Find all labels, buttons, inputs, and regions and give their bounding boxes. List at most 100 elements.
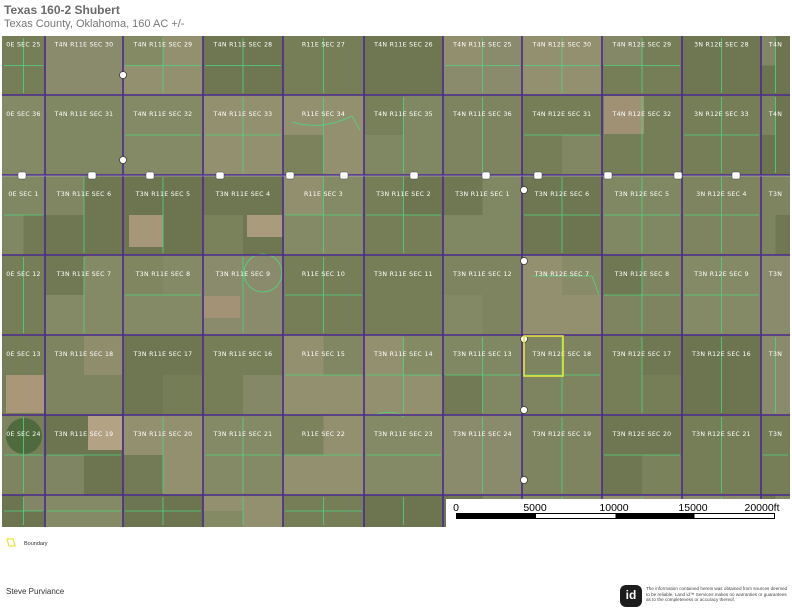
highway-shield-icon bbox=[731, 171, 741, 180]
section-label: T4N bbox=[768, 111, 782, 118]
section-label: 0E SEC 13 bbox=[6, 351, 41, 358]
section-label: T4N R11E SEC 25 bbox=[452, 42, 512, 49]
field-patch bbox=[2, 95, 45, 175]
section-label: T4N R12E SEC 31 bbox=[532, 111, 592, 118]
section-label: T3N R11E SEC 13 bbox=[452, 351, 512, 358]
section-label: R11E SEC 10 bbox=[302, 271, 345, 278]
section-label: T4N R12E SEC 30 bbox=[532, 42, 592, 49]
field-patch bbox=[364, 255, 443, 335]
road-marker-icon bbox=[119, 156, 127, 164]
road-marker-icon bbox=[520, 257, 528, 265]
section-label: T3N R11E SEC 17 bbox=[133, 351, 193, 358]
section-label: T4N R11E SEC 29 bbox=[133, 42, 193, 49]
satellite-map[interactable]: 0E SEC 25 T4N R11E SEC 30 T4N R11E SEC 29 T… bbox=[2, 36, 790, 527]
section-label: T4N R11E SEC 36 bbox=[452, 111, 512, 118]
road-marker-icon bbox=[520, 406, 528, 414]
section-label: T3N R11E SEC 9 bbox=[215, 271, 271, 278]
field-patch bbox=[443, 295, 483, 335]
highway-shield-icon bbox=[215, 171, 225, 180]
highway-shield-icon bbox=[17, 171, 27, 180]
field-patch bbox=[129, 215, 163, 247]
section-label: T3N R11E SEC 12 bbox=[452, 271, 512, 278]
field-patch bbox=[163, 375, 203, 415]
map-subtitle: Texas County, Oklahoma, 160 AC +/- bbox=[4, 18, 185, 30]
section-label: T3N R11E SEC 1 bbox=[454, 191, 510, 198]
scale-tick: 15000 bbox=[678, 502, 708, 514]
field-patch bbox=[443, 375, 483, 415]
section-label: T4N R11E SEC 32 bbox=[133, 111, 193, 118]
highway-shield-icon bbox=[481, 171, 491, 180]
highway-shield-icon bbox=[339, 171, 349, 180]
field-patch bbox=[283, 135, 324, 175]
section-label: R11E SEC 34 bbox=[302, 111, 345, 118]
section-label: T3N bbox=[768, 431, 782, 438]
highway-shield-icon bbox=[533, 171, 543, 180]
scale-tick: 5000 bbox=[523, 502, 547, 514]
section-label: R11E SEC 15 bbox=[302, 351, 345, 358]
field-patch bbox=[642, 455, 682, 495]
field-patch bbox=[45, 95, 123, 175]
highway-shield-icon bbox=[285, 171, 295, 180]
section-label: T3N R12E SEC 17 bbox=[612, 351, 672, 358]
field-patch bbox=[562, 135, 602, 175]
field-patch bbox=[123, 455, 163, 495]
section-label: T3N R12E SEC 18 bbox=[532, 351, 592, 358]
section-label: T3N R11E SEC 18 bbox=[54, 351, 114, 358]
legend-boundary-label: Boundary bbox=[24, 541, 48, 547]
section-label: 3N R12E SEC 4 bbox=[696, 191, 747, 198]
field-patch bbox=[443, 36, 483, 66]
field-patch bbox=[562, 215, 602, 255]
section-label: 3N R12E SEC 33 bbox=[694, 111, 749, 118]
section-label: T3N R11E SEC 14 bbox=[373, 351, 433, 358]
field-patch bbox=[247, 215, 283, 237]
field-patch bbox=[602, 135, 642, 175]
field-patch bbox=[23, 215, 45, 255]
section-label: T3N bbox=[768, 271, 782, 278]
field-patch bbox=[203, 511, 243, 527]
section-label: 0E SEC 24 bbox=[6, 431, 41, 438]
section-label: 0E SEC 25 bbox=[6, 42, 41, 49]
section-label: T4N bbox=[768, 42, 782, 49]
section-label: T3N R12E SEC 20 bbox=[612, 431, 672, 438]
section-label: T3N R11E SEC 4 bbox=[215, 191, 271, 198]
section-label: T4N R12E SEC 29 bbox=[612, 42, 672, 49]
field-patch bbox=[602, 36, 642, 66]
section-label: R11E SEC 22 bbox=[302, 431, 345, 438]
section-label: T4N R12E SEC 32 bbox=[612, 111, 672, 118]
field-patch bbox=[45, 455, 84, 495]
field-patch bbox=[23, 495, 45, 511]
highway-shield-icon bbox=[145, 171, 155, 180]
field-patch bbox=[761, 255, 790, 335]
section-label: T3N R11E SEC 16 bbox=[213, 351, 273, 358]
section-label: T3N R12E SEC 6 bbox=[534, 191, 590, 198]
section-label: T3N R11E SEC 20 bbox=[133, 431, 193, 438]
landid-logo-icon: id bbox=[620, 585, 642, 607]
field-patch bbox=[761, 36, 776, 66]
highway-shield-icon bbox=[673, 171, 683, 180]
field-patch bbox=[2, 36, 24, 66]
section-label: T4N R11E SEC 28 bbox=[213, 42, 273, 49]
field-patch bbox=[123, 495, 163, 511]
section-label: 0E SEC 36 bbox=[6, 111, 41, 118]
section-label: T3N bbox=[768, 351, 782, 358]
section-label: T4N R11E SEC 35 bbox=[373, 111, 433, 118]
section-label: 0E SEC 1 bbox=[8, 191, 38, 198]
map-overlay: 0E SEC 25 T4N R11E SEC 30 T4N R11E SEC 29 T… bbox=[2, 36, 790, 527]
section-label: T3N R11E SEC 11 bbox=[373, 271, 433, 278]
highway-shield-icon bbox=[87, 171, 97, 180]
disclaimer-text: The information contained herein was obt… bbox=[646, 586, 788, 603]
section-label: T3N R11E SEC 2 bbox=[375, 191, 431, 198]
section-label: T3N R11E SEC 7 bbox=[56, 271, 112, 278]
section-label: T3N R12E SEC 7 bbox=[534, 271, 590, 278]
scale-bar: 0 5000 10000 15000 20000ft bbox=[446, 499, 790, 527]
section-label: T3N R12E SEC 5 bbox=[614, 191, 670, 198]
section-label: T4N R11E SEC 33 bbox=[213, 111, 273, 118]
scale-tick: 0 bbox=[453, 502, 459, 514]
section-label: T4N R11E SEC 26 bbox=[373, 42, 433, 49]
boundary-swatch-icon bbox=[6, 538, 16, 547]
highway-shield-icon bbox=[409, 171, 419, 180]
section-label: T3N bbox=[768, 191, 782, 198]
section-label: T3N R11E SEC 23 bbox=[373, 431, 433, 438]
field-patch bbox=[123, 36, 163, 66]
highway-shield-icon bbox=[603, 171, 613, 180]
